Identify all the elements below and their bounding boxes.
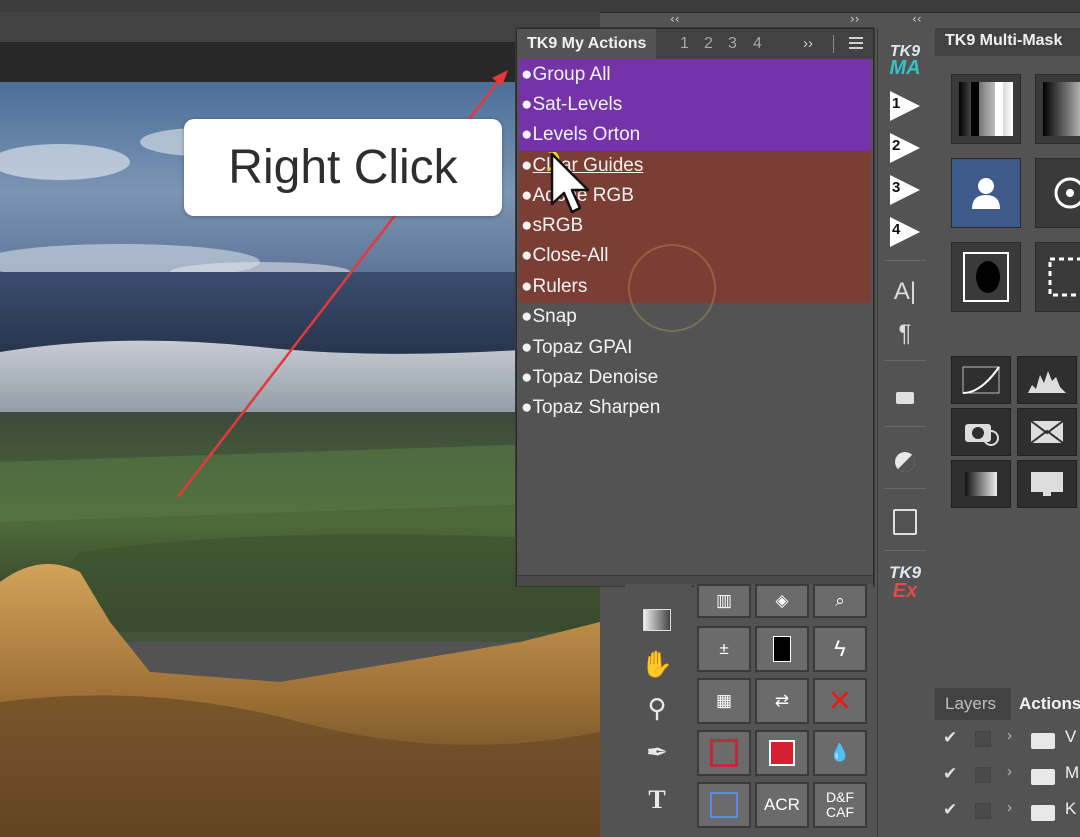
gradient-map-button[interactable] [951, 460, 1011, 508]
action-item-topaz-denoise[interactable]: ●Topaz Denoise [521, 363, 658, 393]
tk9-ma-logo[interactable]: TK9 MA [883, 42, 927, 79]
action-item-close-all[interactable]: ●Close-All [521, 241, 609, 271]
mask-target-button[interactable] [1035, 158, 1080, 228]
tab-2[interactable]: 2 [704, 29, 713, 59]
tab-separator [833, 35, 834, 53]
right-click-callout: Right Click [184, 119, 502, 216]
folder-icon [1031, 769, 1055, 785]
smudge-tool-icon[interactable]: ✋ [639, 646, 675, 682]
lightning-icon[interactable]: ϟ [813, 626, 867, 672]
action-item-topaz-sharpen[interactable]: ●Topaz Sharpen [521, 393, 660, 423]
monitor-button[interactable] [1017, 460, 1077, 508]
mouse-cursor-icon [548, 152, 590, 214]
grid-button-eyedropper[interactable]: ⌕ [813, 584, 867, 618]
gradient-tool-icon[interactable] [639, 602, 675, 638]
tab-3[interactable]: 3 [728, 29, 737, 59]
grid-button-red-square[interactable] [697, 730, 751, 776]
tab-1[interactable]: 1 [680, 29, 689, 59]
tk9-button-grid: ▥ ◈ ⌕ ± ⌀ ⚭ ▦ ⇄ ✕ 💧 ACR D&F CAF [695, 584, 873, 837]
levels-button[interactable] [1017, 356, 1077, 404]
grid-button-stripes[interactable]: ▥ [697, 584, 751, 618]
panel-tab-bar: TK9 My Actions 1 2 3 4 ›› [517, 29, 873, 59]
tab-actions[interactable]: Actions [1011, 688, 1080, 720]
delete-icon[interactable]: ✕ [813, 678, 867, 724]
tk9-ma-strip: TK9 MA 1 2 3 4 A| ¶ TK9 Ex [877, 28, 932, 837]
acr-button[interactable]: ACR [755, 782, 809, 828]
callout-text: Right Click [228, 141, 458, 194]
layers-actions-panel: Layers Actions ✔ › V ✔ › M ✔ › K [935, 688, 1080, 837]
pen-tool-icon[interactable]: ✒ [639, 734, 675, 770]
mask-select-button[interactable] [1035, 242, 1080, 312]
play-button-2[interactable]: 2 [883, 130, 927, 166]
mask-gradient-button[interactable] [951, 74, 1021, 144]
action-item-topaz-gpai[interactable]: ●Topaz GPAI [521, 333, 632, 363]
camera-raw-button[interactable] [951, 408, 1011, 456]
action-item-snap[interactable]: ●Snap [521, 302, 577, 332]
tools-column: ✋ ⚲ ✒ T [625, 584, 691, 837]
action-set-row[interactable]: ✔ › K [935, 794, 1080, 830]
glyphs-icon[interactable] [883, 380, 927, 416]
swap-icon[interactable]: ⇄ [755, 678, 809, 724]
adjustments-icon[interactable] [883, 444, 927, 480]
play-button-4[interactable]: 4 [883, 214, 927, 250]
dfcaf-button[interactable]: D&F CAF [813, 782, 867, 828]
grid-button-plusminus[interactable]: ± [697, 626, 751, 672]
more-tabs-icon[interactable]: ›› [803, 29, 813, 59]
action-set-row[interactable]: ✔ › M [935, 758, 1080, 794]
curves-button[interactable] [951, 356, 1011, 404]
grid-button-red-fill[interactable] [755, 730, 809, 776]
grid-button-tag[interactable]: ◈ [755, 584, 809, 618]
action-item-sat-levels[interactable]: ●Sat-Levels [521, 90, 622, 120]
action-item-levels-orton[interactable]: ●Levels Orton [521, 120, 640, 150]
tab-layers[interactable]: Layers [945, 688, 996, 720]
tk9-ex-logo[interactable]: TK9 Ex [883, 564, 927, 602]
paragraph-icon[interactable]: ¶ [883, 316, 927, 352]
mask-brush-button[interactable] [1035, 74, 1080, 144]
folder-icon [1031, 733, 1055, 749]
drop-icon[interactable]: 💧 [813, 730, 867, 776]
multi-mask-panel: TK9 Multi-Mask [935, 28, 1080, 518]
tab-my-actions[interactable]: TK9 My Actions [517, 29, 657, 59]
type-tool-icon[interactable]: T [639, 782, 675, 818]
mask-link-button[interactable] [951, 242, 1021, 312]
multi-mask-tab[interactable]: TK9 Multi-Mask [935, 28, 1080, 56]
libraries-icon[interactable] [883, 504, 927, 540]
layers-tab-bar: Layers Actions [935, 688, 1080, 720]
play-button-3[interactable]: 3 [883, 172, 927, 208]
folder-icon [1031, 805, 1055, 821]
play-button-1[interactable]: 1 [883, 88, 927, 124]
panel-menu-icon[interactable] [849, 37, 863, 49]
character-icon[interactable]: A| [883, 274, 927, 310]
grid-button-black-layer[interactable] [755, 626, 809, 672]
action-set-row[interactable]: ✔ › V [935, 722, 1080, 758]
envelope-button[interactable] [1017, 408, 1077, 456]
action-item-group-all[interactable]: ●Group All [521, 60, 611, 90]
dodge-tool-icon[interactable]: ⚲ [639, 690, 675, 726]
tab-4[interactable]: 4 [753, 29, 762, 59]
click-ring [628, 244, 716, 332]
calculator-icon[interactable]: ▦ [697, 678, 751, 724]
mask-person-button[interactable] [951, 158, 1021, 228]
action-item-rulers[interactable]: ●Rulers [521, 272, 587, 302]
grid-button-blue-select[interactable] [697, 782, 751, 828]
